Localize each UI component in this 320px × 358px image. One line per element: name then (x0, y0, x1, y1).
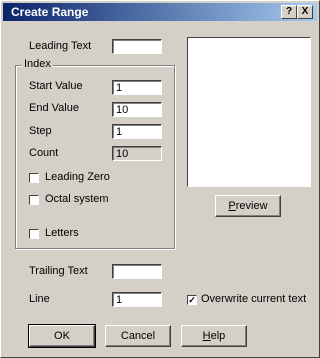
octal-system-label[interactable]: Octal system (45, 193, 109, 205)
count-readonly-field: 10 (112, 146, 162, 161)
leading-zero-checkbox[interactable] (29, 173, 39, 183)
count-label: Count (29, 147, 59, 159)
leading-text-label: Leading Text (29, 40, 92, 52)
octal-system-checkbox[interactable] (29, 195, 39, 205)
index-group-title: Index (22, 58, 53, 70)
preview-button-accel: P (228, 200, 236, 212)
trailing-text-label: Trailing Text (29, 265, 88, 277)
leading-text-input[interactable] (112, 39, 162, 54)
line-label: Line (29, 293, 50, 305)
preview-button-label: review (235, 200, 268, 212)
step-input[interactable]: 1 (112, 124, 162, 139)
window-title: Create Range (11, 5, 89, 19)
help-button[interactable]: Help (181, 325, 247, 347)
step-label: Step (29, 125, 52, 137)
help-button-accel: H (202, 330, 211, 342)
create-range-dialog: Create Range ? X Leading Text Index Star… (0, 0, 320, 358)
help-icon[interactable]: ? (281, 5, 297, 19)
cancel-button[interactable]: Cancel (105, 325, 171, 347)
start-value-label: Start Value (29, 80, 83, 92)
title-bar[interactable]: Create Range ? X (3, 3, 317, 21)
end-value-input[interactable]: 10 (112, 102, 162, 117)
overwrite-checkbox[interactable]: ✓ (187, 295, 197, 305)
preview-pane (187, 37, 311, 187)
overwrite-label[interactable]: Overwrite current text (201, 293, 306, 305)
start-value-input[interactable]: 1 (112, 80, 162, 95)
preview-button[interactable]: Preview (215, 195, 281, 217)
line-input[interactable]: 1 (112, 292, 162, 307)
end-value-label: End Value (29, 102, 79, 114)
ok-button[interactable]: OK (28, 324, 96, 348)
close-icon[interactable]: X (297, 5, 313, 19)
leading-zero-label[interactable]: Leading Zero (45, 171, 110, 183)
trailing-text-input[interactable] (112, 264, 162, 279)
help-button-label: elp (210, 330, 226, 342)
letters-checkbox[interactable] (29, 229, 39, 239)
letters-label[interactable]: Letters (45, 227, 79, 239)
